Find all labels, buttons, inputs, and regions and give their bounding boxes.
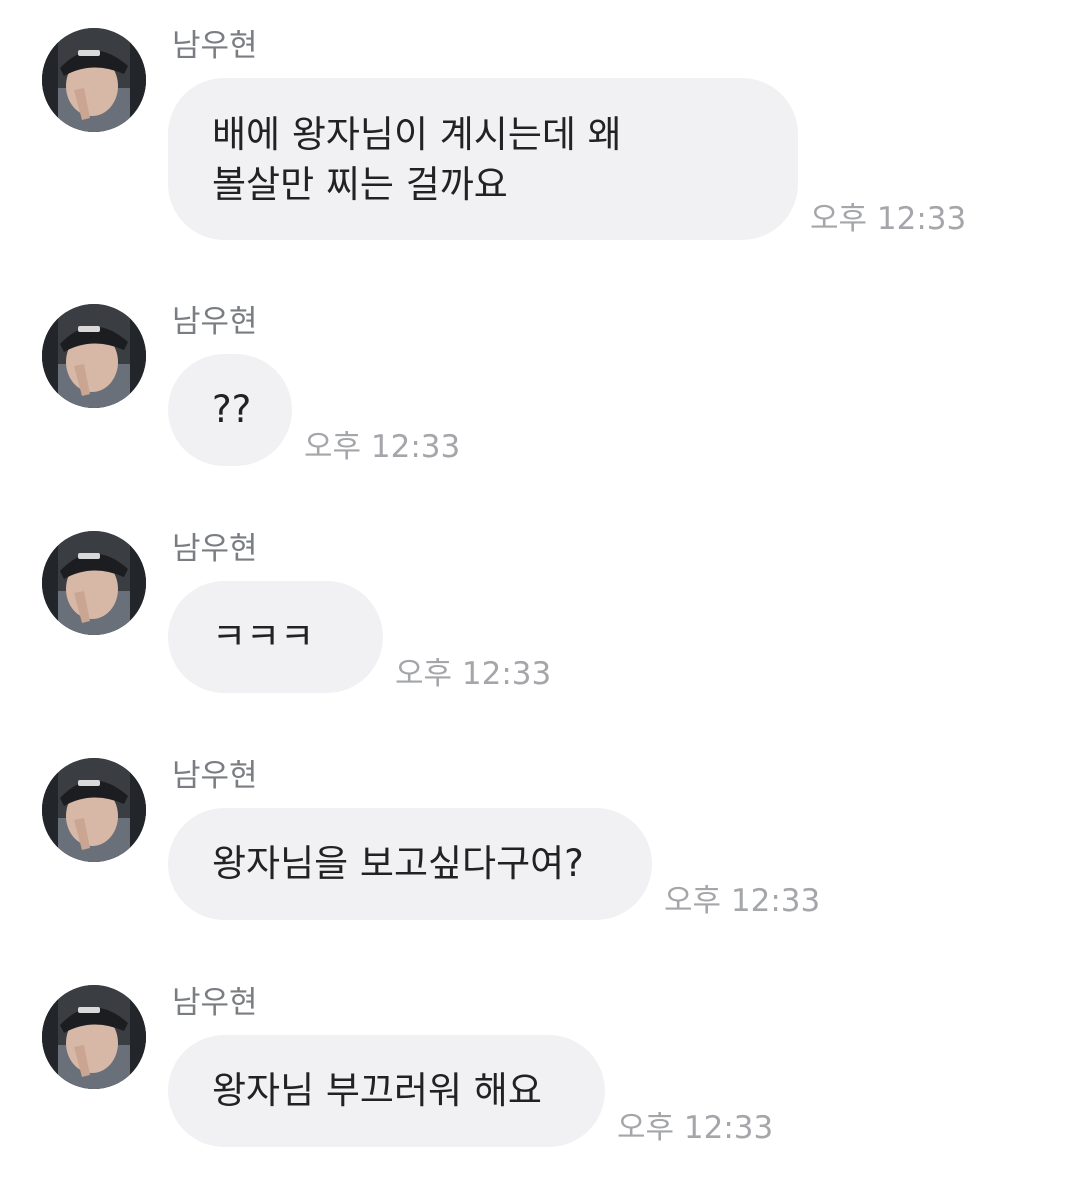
avatar-icon[interactable] [42,985,146,1089]
chat-message: 남우현 왕자님 부끄러워 해요 오후 12:33 [0,957,1080,1157]
chat-message: 남우현 ?? 오후 12:33 [0,276,1080,476]
message-bubble[interactable]: ?? [168,354,292,466]
avatar-icon[interactable] [42,531,146,635]
sender-name: 남우현 [172,758,258,794]
sender-name: 남우현 [172,304,258,340]
message-bubble[interactable]: 배에 왕자님이 계시는데 왜 볼살만 찌는 걸까요 [168,78,798,240]
message-timestamp: 오후 12:33 [395,656,552,692]
message-timestamp: 오후 12:33 [810,201,967,237]
message-bubble[interactable]: ㅋㅋㅋ [168,581,383,693]
profile-photo-icon [42,531,146,635]
sender-name: 남우현 [172,531,258,567]
chat-message: 남우현 배에 왕자님이 계시는데 왜 볼살만 찌는 걸까요 오후 12:33 [0,0,1080,270]
message-timestamp: 오후 12:33 [664,883,821,919]
chat-message: 남우현 ㅋㅋㅋ 오후 12:33 [0,503,1080,703]
sender-name: 남우현 [172,28,258,64]
sender-name: 남우현 [172,985,258,1021]
message-timestamp: 오후 12:33 [304,429,461,465]
profile-photo-icon [42,758,146,862]
message-timestamp: 오후 12:33 [617,1110,774,1146]
avatar-icon[interactable] [42,758,146,862]
message-bubble[interactable]: 왕자님 부끄러워 해요 [168,1035,605,1147]
profile-photo-icon [42,28,146,132]
chat-message: 남우현 왕자님을 보고싶다구여? 오후 12:33 [0,730,1080,930]
profile-photo-icon [42,985,146,1089]
message-bubble[interactable]: 왕자님을 보고싶다구여? [168,808,652,920]
avatar-icon[interactable] [42,304,146,408]
chat-message-list: 남우현 배에 왕자님이 계시는데 왜 볼살만 찌는 걸까요 오후 12:33 남… [0,0,1080,1199]
profile-photo-icon [42,304,146,408]
avatar-icon[interactable] [42,28,146,132]
